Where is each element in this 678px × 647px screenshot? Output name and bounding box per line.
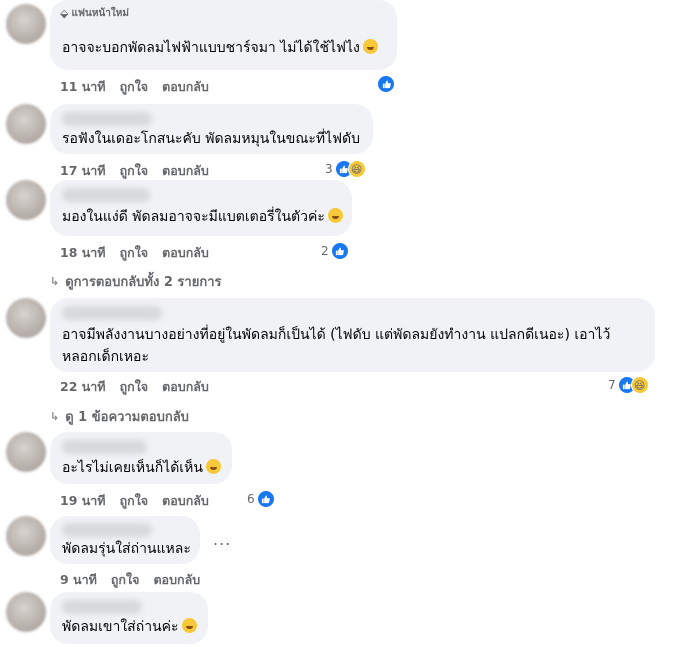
reply-button[interactable]: ตอบกลับ — [162, 243, 209, 263]
reaction-summary[interactable]: 7 😆 — [608, 376, 649, 394]
more-options-button[interactable]: ... — [213, 530, 231, 549]
avatar[interactable] — [6, 432, 46, 472]
timestamp[interactable]: 9 นาที — [60, 570, 97, 590]
reply-button[interactable]: ตอบกลับ — [153, 570, 200, 590]
comment-bubble: พัดลมเขาใส่ถ่านค่ะ — [50, 592, 208, 644]
like-reaction-icon — [377, 75, 395, 93]
comment-bubble: ⬙ แฟนหน้าใหม่ อาจจะบอกพัดลมไฟฟ้าแบบชาร์จ… — [50, 0, 397, 70]
reply-arrow-icon: ↳ — [50, 275, 60, 288]
reply-button[interactable]: ตอบกลับ — [162, 491, 209, 511]
author-name[interactable] — [62, 523, 152, 537]
fan-badge: ⬙ แฟนหน้าใหม่ — [60, 6, 129, 21]
reaction-count: 2 — [321, 244, 329, 258]
avatar[interactable] — [6, 104, 46, 144]
avatar[interactable] — [6, 298, 46, 338]
comment-bubble: พัดลมรุ่นใส่ถ่านแหละ — [50, 516, 200, 564]
reaction-summary[interactable]: 3 😆 — [325, 160, 366, 178]
reply-button[interactable]: ตอบกลับ — [162, 161, 209, 181]
reply-button[interactable]: ตอบกลับ — [162, 77, 209, 97]
comment-text: หลอกเด็กเหอะ — [62, 349, 149, 365]
reply-arrow-icon: ↳ — [50, 410, 60, 423]
comment-actions: 18 นาที ถูกใจ ตอบกลับ — [60, 243, 209, 263]
reaction-count: 7 — [608, 378, 616, 392]
comment-text: อาจจะบอกพัดลมไฟฟ้าแบบชาร์จมา ไม่ได้ใช้ไฟ… — [62, 37, 378, 59]
comment-text: พัดลมรุ่นใส่ถ่านแหละ — [62, 541, 191, 557]
laughing-emoji-icon — [362, 39, 378, 54]
view-replies-label: ดู 1 ข้อความตอบกลับ — [65, 410, 189, 425]
reaction-count: 3 — [325, 162, 333, 176]
reaction-summary[interactable]: 6 — [247, 490, 275, 508]
timestamp[interactable]: 19 นาที — [60, 491, 106, 511]
grinning-emoji-icon — [205, 459, 221, 474]
comment-actions: 9 นาที ถูกใจ ตอบกลับ — [60, 570, 200, 590]
reaction-summary[interactable]: 2 — [321, 242, 349, 260]
view-replies-link[interactable]: ↳ ดูการตอบกลับทั้ง 2 รายการ — [50, 271, 221, 292]
comment-actions: 17 นาที ถูกใจ ตอบกลับ — [60, 161, 209, 181]
avatar[interactable] — [6, 4, 46, 44]
comment-bubble: มองในแง่ดี พัดลมอาจจะมีแบตเตอรี่ในตัวค่ะ — [50, 180, 352, 236]
author-name[interactable] — [62, 600, 142, 614]
smiling-emoji-icon — [181, 618, 197, 633]
avatar[interactable] — [6, 180, 46, 220]
comment-actions: 22 นาที ถูกใจ ตอบกลับ — [60, 377, 209, 397]
reaction-summary[interactable] — [377, 75, 395, 93]
comment-bubble: รอฟังในเดอะโกสนะคับ พัดลมหมุนในขณะที่ไฟด… — [50, 104, 373, 154]
haha-reaction-icon: 😆 — [630, 376, 649, 394]
author-name[interactable] — [62, 440, 147, 454]
avatar[interactable] — [6, 516, 46, 556]
reply-button[interactable]: ตอบกลับ — [162, 377, 209, 397]
author-name[interactable] — [62, 112, 152, 126]
like-button[interactable]: ถูกใจ — [120, 161, 149, 181]
like-button[interactable]: ถูกใจ — [111, 570, 140, 590]
comment-actions: 19 นาที ถูกใจ ตอบกลับ — [60, 491, 209, 511]
comment-bubble: อาจมีพลังงานบางอย่างที่อยู่ในพัดลมก็เป็น… — [50, 298, 655, 372]
author-name[interactable] — [62, 188, 150, 202]
like-reaction-icon — [256, 490, 275, 508]
comment-text: อะไรไม่เคยเห็นก็ได้เห็น — [62, 457, 221, 479]
comment-text: รอฟังในเดอะโกสนะคับ พัดลมหมุนในขณะที่ไฟด… — [62, 131, 361, 147]
comment-text: อาจมีพลังงานบางอย่างที่อยู่ในพัดลมก็เป็น… — [62, 327, 611, 343]
comment-text: พัดลมเขาใส่ถ่านค่ะ — [62, 616, 197, 638]
timestamp[interactable]: 22 นาที — [60, 377, 106, 397]
comment-actions: 11 นาที ถูกใจ ตอบกลับ — [60, 77, 209, 97]
haha-reaction-icon: 😆 — [347, 160, 366, 178]
grinning-emoji-icon — [327, 208, 343, 223]
comment-bubble: อะไรไม่เคยเห็นก็ได้เห็น — [50, 432, 232, 484]
timestamp[interactable]: 17 นาที — [60, 161, 106, 181]
like-reaction-icon — [330, 242, 349, 260]
view-replies-link[interactable]: ↳ ดู 1 ข้อความตอบกลับ — [50, 406, 189, 427]
like-button[interactable]: ถูกใจ — [120, 377, 149, 397]
author-name[interactable] — [62, 306, 162, 320]
comment-text: มองในแง่ดี พัดลมอาจจะมีแบตเตอรี่ในตัวค่ะ — [62, 206, 343, 228]
timestamp[interactable]: 18 นาที — [60, 243, 106, 263]
like-button[interactable]: ถูกใจ — [120, 77, 149, 97]
diamond-icon: ⬙ — [60, 7, 69, 20]
badge-label: แฟนหน้าใหม่ — [71, 8, 129, 19]
avatar[interactable] — [6, 592, 46, 632]
timestamp[interactable]: 11 นาที — [60, 77, 106, 97]
view-replies-label: ดูการตอบกลับทั้ง 2 รายการ — [65, 275, 222, 290]
reaction-count: 6 — [247, 492, 255, 506]
like-button[interactable]: ถูกใจ — [120, 243, 149, 263]
like-button[interactable]: ถูกใจ — [120, 491, 149, 511]
